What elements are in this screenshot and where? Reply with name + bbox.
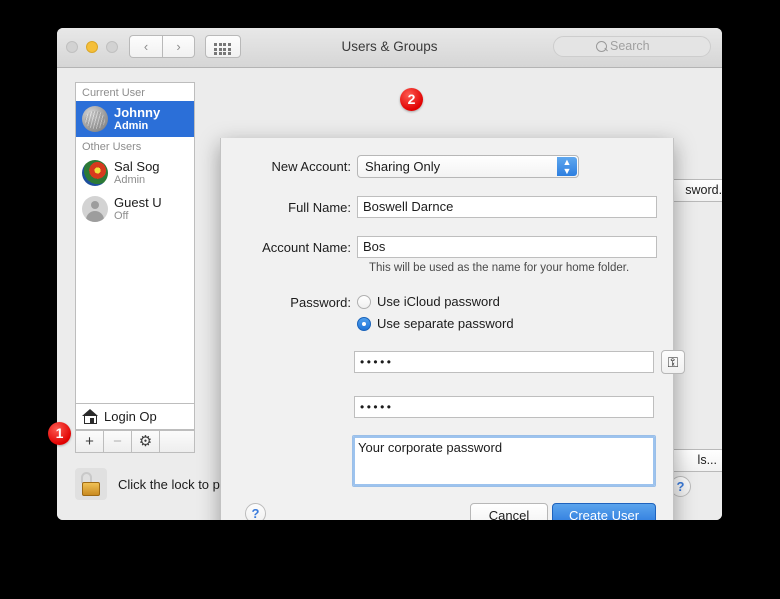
unlocked-padlock-icon[interactable] bbox=[75, 468, 107, 500]
radio-label: Use iCloud password bbox=[377, 294, 500, 309]
login-options-label: Login Op bbox=[104, 409, 157, 424]
search-field[interactable]: Search bbox=[553, 36, 711, 57]
new-account-sheet: New Account: Sharing Only ▲ ▼ Full Name: … bbox=[220, 138, 685, 520]
password-verify-field[interactable]: ••••• bbox=[354, 396, 654, 418]
password-label: Password: bbox=[290, 295, 351, 310]
search-icon bbox=[596, 41, 607, 52]
remove-user-button[interactable]: − bbox=[103, 430, 131, 453]
user-row-sal[interactable]: Sal Sog Admin bbox=[76, 155, 194, 191]
create-user-button[interactable]: Create User bbox=[552, 503, 656, 520]
key-icon[interactable]: ⚿ bbox=[661, 350, 685, 374]
sheet-help-button[interactable]: ? bbox=[245, 503, 266, 520]
user-list[interactable]: Current User Johnny Admin Other Users Sa… bbox=[75, 82, 195, 404]
password-field[interactable]: ••••• bbox=[354, 351, 654, 373]
radio-use-icloud-password[interactable]: Use iCloud password bbox=[357, 294, 500, 309]
user-role: Admin bbox=[114, 173, 146, 186]
new-account-value: Sharing Only bbox=[365, 159, 441, 174]
window-content: Current User Johnny Admin Other Users Sa… bbox=[57, 68, 722, 520]
password-hint-field[interactable]: Your corporate password bbox=[352, 435, 656, 487]
group-header-other-users: Other Users bbox=[82, 141, 142, 153]
user-role: Off bbox=[114, 209, 129, 222]
avatar bbox=[82, 160, 108, 186]
radio-use-separate-password[interactable]: Use separate password bbox=[357, 316, 514, 331]
user-name: Sal Sog bbox=[114, 158, 160, 174]
account-name-field[interactable]: Bos bbox=[357, 236, 657, 258]
annotation-badge-2: 2 bbox=[400, 88, 423, 111]
avatar bbox=[82, 196, 108, 222]
toolbar-filler bbox=[159, 430, 195, 453]
home-icon bbox=[82, 409, 99, 424]
radio-icon-selected bbox=[357, 316, 371, 331]
add-user-button[interactable]: + bbox=[75, 430, 103, 453]
login-options-row[interactable]: Login Op bbox=[75, 404, 195, 430]
account-name-hint: This will be used as the name for your h… bbox=[369, 262, 630, 274]
account-name-row: Account Name: Bos bbox=[256, 236, 657, 258]
user-name: Johnny bbox=[114, 104, 161, 120]
window-titlebar: ‹ › Users & Groups Search bbox=[57, 28, 722, 68]
new-account-row: New Account: Sharing Only ▲ ▼ bbox=[256, 155, 656, 178]
user-row-johnny[interactable]: Johnny Admin bbox=[76, 101, 194, 137]
account-name-label: Account Name: bbox=[262, 239, 351, 255]
users-and-groups-window: ‹ › Users & Groups Search Current User J… bbox=[57, 28, 722, 520]
user-list-toolbar: + − ⚙ bbox=[75, 430, 195, 453]
annotation-badge-1: 1 bbox=[48, 422, 71, 445]
group-header-current-user: Current User bbox=[82, 87, 145, 99]
user-row-guest[interactable]: Guest U Off bbox=[76, 191, 194, 227]
full-name-label: Full Name: bbox=[288, 199, 351, 215]
gear-icon[interactable]: ⚙ bbox=[131, 430, 159, 453]
radio-label: Use separate password bbox=[377, 316, 514, 331]
full-name-field[interactable]: Boswell Darnce bbox=[357, 196, 657, 218]
user-role: Admin bbox=[114, 119, 149, 132]
cancel-button[interactable]: Cancel bbox=[470, 503, 548, 520]
radio-icon bbox=[357, 294, 371, 309]
chevron-updown-icon: ▲ ▼ bbox=[557, 157, 577, 176]
full-name-row: Full Name: Boswell Darnce bbox=[256, 196, 657, 218]
avatar bbox=[82, 106, 108, 132]
new-account-label: New Account: bbox=[271, 159, 352, 174]
user-name: Guest U bbox=[114, 194, 162, 210]
search-input-placeholder: Search bbox=[610, 39, 650, 53]
new-account-popup[interactable]: Sharing Only ▲ ▼ bbox=[357, 155, 579, 178]
